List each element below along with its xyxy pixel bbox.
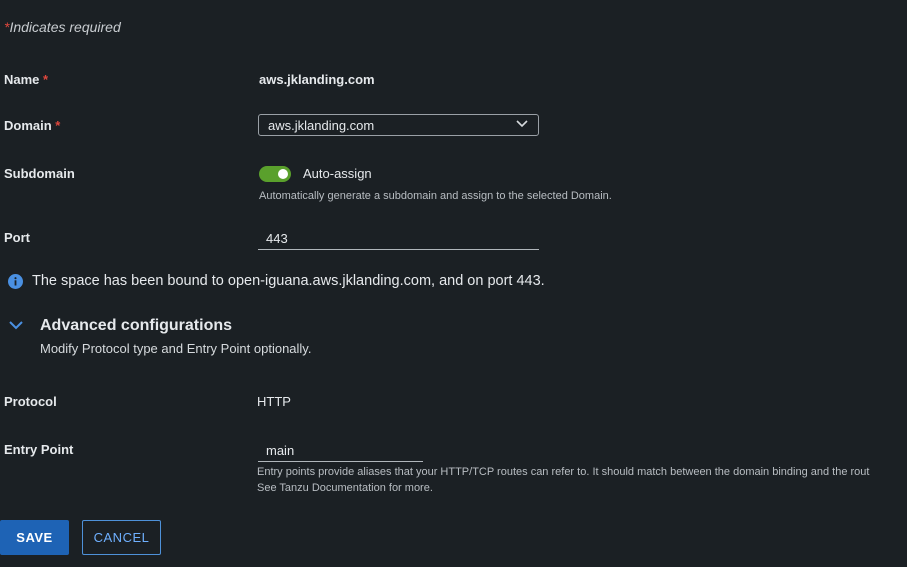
entry-point-docs-text: See Tanzu Documentation for more. bbox=[257, 482, 433, 494]
auto-assign-label: Auto-assign bbox=[303, 166, 372, 181]
name-value: aws.jklanding.com bbox=[259, 72, 375, 87]
chevron-down-icon[interactable] bbox=[8, 319, 24, 331]
chevron-down-icon bbox=[516, 120, 528, 128]
required-note-text: Indicates required bbox=[9, 19, 121, 35]
entry-point-helper-text: Entry points provide aliases that your H… bbox=[257, 466, 870, 478]
entry-point-label: Entry Point bbox=[4, 442, 74, 457]
name-label: Name * bbox=[4, 72, 48, 87]
advanced-configurations-subtitle: Modify Protocol type and Entry Point opt… bbox=[40, 341, 312, 356]
domain-label-text: Domain bbox=[4, 118, 52, 133]
protocol-label: Protocol bbox=[4, 394, 57, 409]
domain-label: Domain * bbox=[4, 118, 60, 133]
info-icon bbox=[8, 274, 23, 289]
auto-assign-toggle[interactable] bbox=[259, 166, 291, 182]
subdomain-helper-text: Automatically generate a subdomain and a… bbox=[259, 190, 612, 202]
domain-select[interactable]: aws.jklanding.com bbox=[258, 114, 539, 136]
toggle-knob bbox=[278, 169, 288, 179]
subdomain-label: Subdomain bbox=[4, 166, 75, 181]
save-button[interactable]: SAVE bbox=[0, 520, 69, 555]
entry-point-input-value: main bbox=[266, 443, 295, 458]
port-label: Port bbox=[4, 230, 30, 245]
required-note: *Indicates required bbox=[4, 19, 121, 35]
binding-info-text: The space has been bound to open-iguana.… bbox=[32, 273, 545, 289]
domain-select-value: aws.jklanding.com bbox=[268, 118, 375, 133]
space-binding-form: *Indicates required Name * aws.jklanding… bbox=[0, 0, 907, 567]
protocol-value: HTTP bbox=[257, 394, 291, 409]
port-input[interactable]: 443 bbox=[258, 228, 539, 250]
port-input-value: 443 bbox=[266, 231, 288, 246]
advanced-configurations-toggle[interactable]: Advanced configurations bbox=[40, 317, 232, 335]
cancel-button[interactable]: CANCEL bbox=[82, 520, 161, 555]
name-required-star: * bbox=[43, 72, 49, 87]
entry-point-input[interactable]: main bbox=[258, 440, 423, 462]
name-label-text: Name bbox=[4, 72, 40, 87]
domain-required-star: * bbox=[55, 118, 61, 133]
